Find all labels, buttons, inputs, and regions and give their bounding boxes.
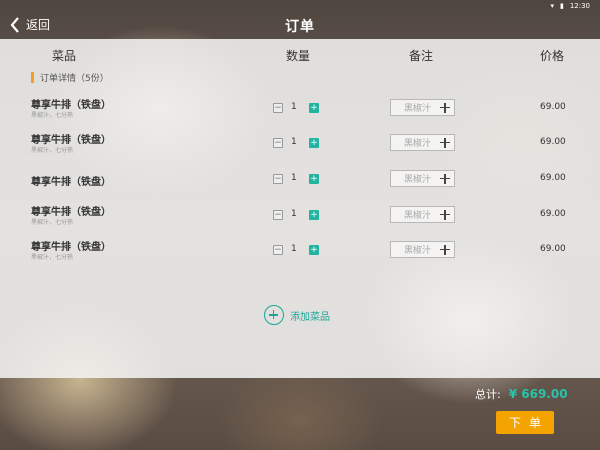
note-selector[interactable]: 黑椒汁 — [390, 206, 455, 223]
dish-name: 尊享牛排（铁盘） — [31, 177, 111, 188]
price-value: 69.00 — [540, 173, 566, 183]
decrease-qty-button[interactable]: − — [273, 210, 283, 220]
status-bar: ▾ ▮ 12:30 — [0, 0, 600, 12]
qty-value: 1 — [291, 244, 297, 254]
increase-qty-button[interactable]: + — [309, 138, 319, 148]
plus-icon — [440, 137, 450, 148]
note-selector[interactable]: 黑椒汁 — [390, 241, 455, 258]
increase-qty-button[interactable]: + — [309, 245, 319, 255]
order-row: 尊享牛排（铁盘） 黑椒汁，七分熟 −1 + 黑椒汁 69.00 — [0, 238, 600, 268]
price-value: 69.00 — [540, 137, 566, 147]
page-title: 订单 — [285, 18, 315, 35]
dish-options: 黑椒汁，七分熟 — [31, 254, 74, 261]
decrease-qty-button[interactable]: − — [273, 103, 283, 113]
price-value: 69.00 — [540, 244, 566, 254]
order-details-section: 订单详情（5份） — [31, 71, 109, 84]
plus-icon — [440, 102, 450, 113]
dish-name: 尊享牛排（铁盘） — [31, 135, 111, 146]
qty-value: 1 — [291, 173, 297, 183]
qty-value: 1 — [291, 137, 297, 147]
column-header-qty: 数量 — [286, 49, 311, 63]
total-value: ¥ 669.00 — [508, 387, 568, 401]
increase-qty-button[interactable]: + — [309, 103, 319, 113]
qty-value: 1 — [291, 209, 297, 219]
decrease-qty-button[interactable]: − — [273, 174, 283, 184]
note-selector[interactable]: 黑椒汁 — [390, 170, 455, 187]
note-selector[interactable]: 黑椒汁 — [390, 134, 455, 151]
price-value: 69.00 — [540, 209, 566, 219]
decrease-qty-button[interactable]: − — [273, 138, 283, 148]
plus-icon — [440, 173, 450, 184]
order-row: 尊享牛排（铁盘） 黑椒汁，七分熟 −1 + 黑椒汁 69.00 — [0, 96, 600, 126]
add-dish-button[interactable]: 添加菜品 — [264, 305, 330, 325]
back-button[interactable]: 返回 — [10, 16, 50, 33]
total-label: 总计: — [475, 388, 501, 401]
note-value: 黑椒汁 — [404, 211, 432, 221]
status-time: 12:30 — [569, 2, 590, 10]
note-value: 黑椒汁 — [404, 104, 432, 114]
order-row: 尊享牛排（铁盘） 黑椒汁，七分熟 −1 + 黑椒汁 69.00 — [0, 131, 600, 161]
back-label: 返回 — [26, 18, 51, 32]
increase-qty-button[interactable]: + — [309, 210, 319, 220]
order-row: 尊享牛排（铁盘） −1 + 黑椒汁 69.00 — [0, 170, 600, 203]
plus-icon — [440, 244, 450, 255]
chevron-left-icon — [10, 16, 19, 33]
note-value: 黑椒汁 — [404, 246, 432, 256]
note-value: 黑椒汁 — [404, 175, 432, 185]
decrease-qty-button[interactable]: − — [273, 245, 283, 255]
dish-options: 黑椒汁，七分熟 — [31, 219, 74, 226]
increase-qty-button[interactable]: + — [309, 174, 319, 184]
submit-order-button[interactable]: 下单 — [496, 411, 554, 434]
section-bar — [31, 72, 34, 83]
wifi-icon: ▾ — [550, 2, 554, 10]
battery-icon: ▮ — [559, 2, 564, 10]
column-header-note: 备注 — [409, 49, 434, 63]
dish-options: 黑椒汁，七分熟 — [31, 147, 74, 154]
total: 总计: ¥ 669.00 — [475, 386, 568, 402]
column-header-price: 价格 — [540, 49, 565, 63]
section-label: 订单详情（5份） — [40, 74, 109, 84]
header: 返回 订单 — [0, 12, 600, 39]
plus-icon — [440, 209, 450, 220]
add-circle-icon — [264, 305, 284, 325]
dish-name: 尊享牛排（铁盘） — [31, 242, 111, 253]
note-selector[interactable]: 黑椒汁 — [390, 99, 455, 116]
dish-options: 黑椒汁，七分熟 — [31, 112, 74, 119]
note-value: 黑椒汁 — [404, 139, 432, 149]
dish-name: 尊享牛排（铁盘） — [31, 207, 111, 218]
qty-value: 1 — [291, 102, 297, 112]
price-value: 69.00 — [540, 102, 566, 112]
column-header-dish: 菜品 — [52, 49, 77, 63]
add-dish-label: 添加菜品 — [290, 311, 330, 323]
dish-name: 尊享牛排（铁盘） — [31, 100, 111, 111]
order-row: 尊享牛排（铁盘） 黑椒汁，七分熟 −1 + 黑椒汁 69.00 — [0, 203, 600, 233]
